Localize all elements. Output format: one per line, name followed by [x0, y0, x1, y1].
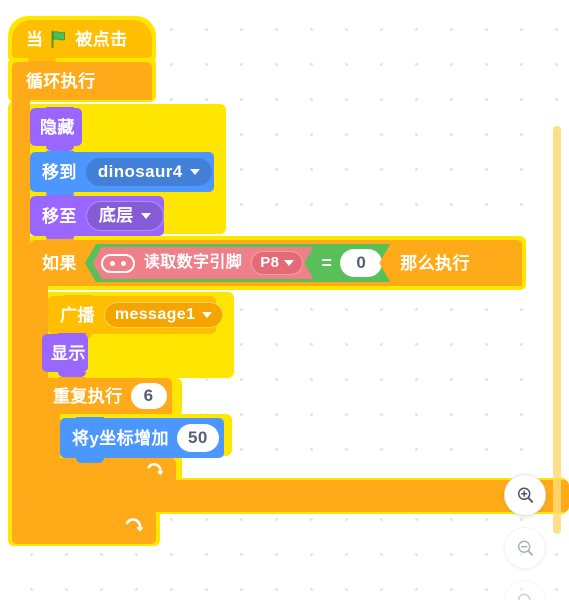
magnifier-plus-icon: [517, 486, 533, 503]
green-flag-icon: [49, 29, 69, 49]
read-digital-pin-dropdown-value: P8: [260, 253, 280, 271]
when-label-after: 被点击: [75, 29, 128, 49]
repeat-loop-arrow-icon: [146, 462, 164, 480]
equals-operator-symbol: =: [321, 253, 333, 273]
broadcast-label: 广播: [60, 305, 95, 325]
when-label-before: 当: [26, 29, 44, 49]
go-to-layer-dropdown-value: 底层: [98, 206, 134, 226]
block-forever-head[interactable]: 循环执行: [12, 61, 152, 100]
block-change-y-by[interactable]: 将y坐标增加 50: [60, 417, 224, 463]
chevron-down-icon: [284, 260, 294, 266]
equals-right-operand[interactable]: 0: [340, 249, 382, 276]
block-show[interactable]: 显示: [42, 333, 88, 377]
equals-right-operand-value: 0: [356, 253, 367, 273]
block-read-digital-pin[interactable]: 读取数字引脚 P8: [93, 247, 314, 279]
zoom-in-button[interactable]: [504, 474, 546, 516]
block-equals-operator[interactable]: 读取数字引脚 P8 = 0: [85, 244, 390, 282]
repeat-label: 重复执行: [53, 386, 123, 406]
block-repeat-arm: [42, 414, 60, 458]
forever-loop-arrow-icon: [124, 517, 144, 537]
block-when-flag-clicked[interactable]: 当 被点击: [12, 20, 152, 63]
magnifier-minus-icon: [517, 539, 533, 556]
zoom-reset-button[interactable]: [504, 580, 546, 600]
go-to-dropdown[interactable]: dinosaur4: [85, 158, 212, 186]
block-workspace-canvas[interactable]: 当 被点击 循环执行 隐藏 移到 dinosaur4 移至 底层 如果 读取数字…: [0, 0, 569, 600]
go-to-label: 移到: [42, 162, 77, 182]
if-label: 如果: [42, 253, 77, 273]
broadcast-dropdown-value: message1: [114, 306, 196, 323]
chevron-down-icon: [202, 312, 213, 318]
broadcast-dropdown[interactable]: message1: [103, 302, 224, 328]
block-go-to[interactable]: 移到 dinosaur4: [30, 151, 214, 197]
read-digital-pin-dropdown[interactable]: P8: [251, 251, 303, 276]
repeat-times-input[interactable]: 6: [130, 383, 167, 409]
block-repeat-head[interactable]: 重复执行 6: [42, 377, 172, 414]
go-to-layer-dropdown[interactable]: 底层: [85, 201, 164, 231]
change-y-by-value: 50: [188, 428, 208, 448]
read-digital-pin-label: 读取数字引脚: [143, 254, 243, 271]
go-to-dropdown-value: dinosaur4: [97, 162, 183, 182]
vertical-scrollbar[interactable]: [553, 126, 561, 534]
zoom-out-button[interactable]: [504, 527, 546, 569]
chevron-down-icon: [140, 213, 151, 219]
block-go-to-layer[interactable]: 移至 底层: [30, 195, 164, 241]
block-if-then-head[interactable]: 如果 读取数字引脚 P8 = 0 那么执行: [30, 239, 522, 286]
microbit-pin-icon: [101, 254, 135, 273]
forever-label: 循环执行: [26, 71, 96, 91]
hide-label: 隐藏: [40, 117, 75, 137]
block-hide[interactable]: 隐藏: [30, 107, 82, 151]
chevron-down-icon: [189, 169, 200, 175]
show-label: 显示: [51, 343, 86, 363]
then-label: 那么执行: [400, 253, 470, 273]
change-y-by-input[interactable]: 50: [176, 424, 219, 452]
go-to-layer-label: 移至: [42, 206, 77, 226]
repeat-times-value: 6: [143, 386, 154, 406]
change-y-by-label: 将y坐标增加: [72, 428, 169, 448]
block-forever-arm: [12, 100, 30, 510]
block-broadcast[interactable]: 广播 message1: [48, 295, 224, 339]
magnifier-icon: [517, 592, 530, 600]
